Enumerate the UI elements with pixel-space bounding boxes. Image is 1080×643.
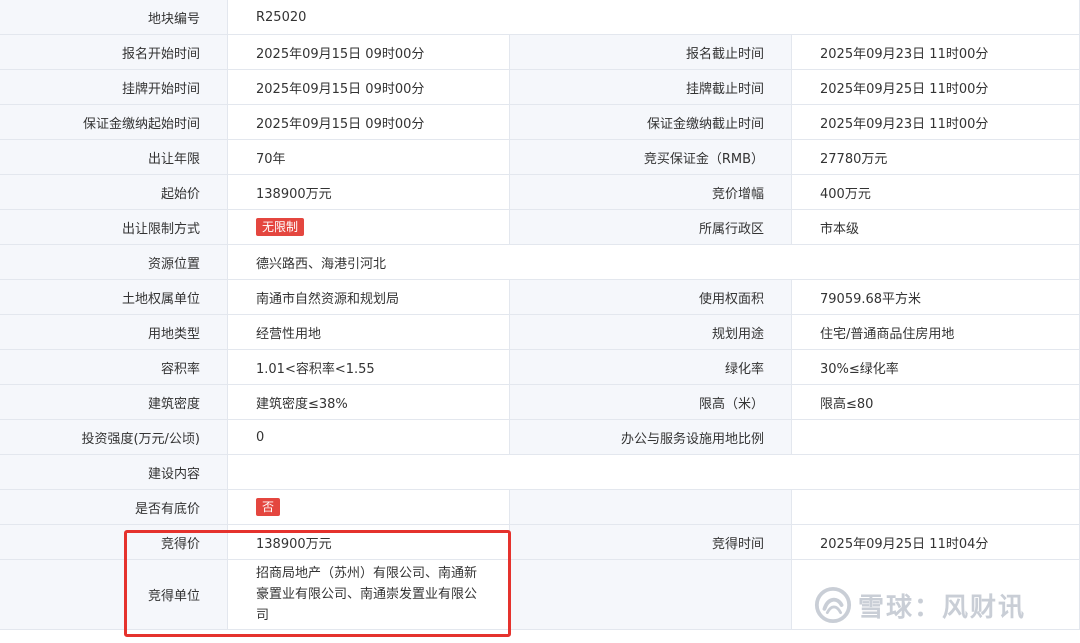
label-investment-intensity: 投资强度(万元/公顷) <box>0 420 228 455</box>
label-land-owner: 土地权属单位 <box>0 280 228 315</box>
value-location: 德兴路西、海港引河北 <box>228 245 1080 280</box>
value-deposit-end: 2025年09月23日 11时00分 <box>792 105 1080 140</box>
label-empty <box>510 490 792 525</box>
value-reserve-price: 否 <box>228 490 510 525</box>
reserve-price-badge: 否 <box>256 498 281 516</box>
value-listing-end: 2025年09月25日 11时00分 <box>792 70 1080 105</box>
value-land-type: 经营性用地 <box>228 315 510 350</box>
value-bid-increment: 400万元 <box>792 175 1080 210</box>
value-winning-company: 招商局地产（苏州）有限公司、南通新豪置业有限公司、南通崇发置业有限公司 <box>228 560 510 630</box>
value-transfer-term: 70年 <box>228 140 510 175</box>
value-building-density: 建筑密度≤38% <box>228 385 510 420</box>
label-registration-start: 报名开始时间 <box>0 35 228 70</box>
value-bid-deposit: 27780万元 <box>792 140 1080 175</box>
value-planned-use: 住宅/普通商品住房用地 <box>792 315 1080 350</box>
label-planned-use: 规划用途 <box>510 315 792 350</box>
label-bid-deposit: 竞买保证金（RMB） <box>510 140 792 175</box>
label-bid-increment: 竞价增幅 <box>510 175 792 210</box>
label-listing-end: 挂牌截止时间 <box>510 70 792 105</box>
label-green-ratio: 绿化率 <box>510 350 792 385</box>
label-building-density: 建筑密度 <box>0 385 228 420</box>
label-transfer-term: 出让年限 <box>0 140 228 175</box>
value-starting-price: 138900万元 <box>228 175 510 210</box>
value-height-limit: 限高≤80 <box>792 385 1080 420</box>
value-land-owner: 南通市自然资源和规划局 <box>228 280 510 315</box>
value-winning-time: 2025年09月25日 11时04分 <box>792 525 1080 560</box>
label-height-limit: 限高（米） <box>510 385 792 420</box>
value-construction-content <box>228 455 1080 490</box>
value-use-right-area: 79059.68平方米 <box>792 280 1080 315</box>
label-district: 所属行政区 <box>510 210 792 245</box>
label-plot-ratio: 容积率 <box>0 350 228 385</box>
label-office-ratio: 办公与服务设施用地比例 <box>510 420 792 455</box>
watermark: 雪球：风财讯 <box>814 586 1026 624</box>
value-district: 市本级 <box>792 210 1080 245</box>
restriction-badge: 无限制 <box>256 218 305 236</box>
label-blank <box>510 560 792 630</box>
label-registration-end: 报名截止时间 <box>510 35 792 70</box>
label-winning-price: 竞得价 <box>0 525 228 560</box>
label-deposit-start: 保证金缴纳起始时间 <box>0 105 228 140</box>
value-parcel-id: R25020 <box>228 0 1080 35</box>
value-winning-price: 138900万元 <box>228 525 510 560</box>
label-use-right-area: 使用权面积 <box>510 280 792 315</box>
label-listing-start: 挂牌开始时间 <box>0 70 228 105</box>
label-parcel-id: 地块编号 <box>0 0 228 35</box>
label-winning-time: 竞得时间 <box>510 525 792 560</box>
value-listing-start: 2025年09月15日 09时00分 <box>228 70 510 105</box>
value-registration-end: 2025年09月23日 11时00分 <box>792 35 1080 70</box>
label-deposit-end: 保证金缴纳截止时间 <box>510 105 792 140</box>
value-green-ratio: 30%≤绿化率 <box>792 350 1080 385</box>
label-restriction-method: 出让限制方式 <box>0 210 228 245</box>
value-office-ratio <box>792 420 1080 455</box>
value-restriction-method: 无限制 <box>228 210 510 245</box>
label-reserve-price: 是否有底价 <box>0 490 228 525</box>
label-winning-company: 竞得单位 <box>0 560 228 630</box>
land-info-table: 地块编号 R25020 报名开始时间 2025年09月15日 09时00分 报名… <box>0 0 1080 630</box>
value-empty <box>792 490 1080 525</box>
watermark-text: 雪球：风财讯 <box>858 592 1027 623</box>
value-deposit-start: 2025年09月15日 09时00分 <box>228 105 510 140</box>
label-starting-price: 起始价 <box>0 175 228 210</box>
label-land-type: 用地类型 <box>0 315 228 350</box>
label-construction-content: 建设内容 <box>0 455 228 490</box>
snowball-logo-icon <box>814 586 852 624</box>
label-location: 资源位置 <box>0 245 228 280</box>
value-investment-intensity: 0 <box>228 420 510 455</box>
value-registration-start: 2025年09月15日 09时00分 <box>228 35 510 70</box>
value-plot-ratio: 1.01<容积率<1.55 <box>228 350 510 385</box>
